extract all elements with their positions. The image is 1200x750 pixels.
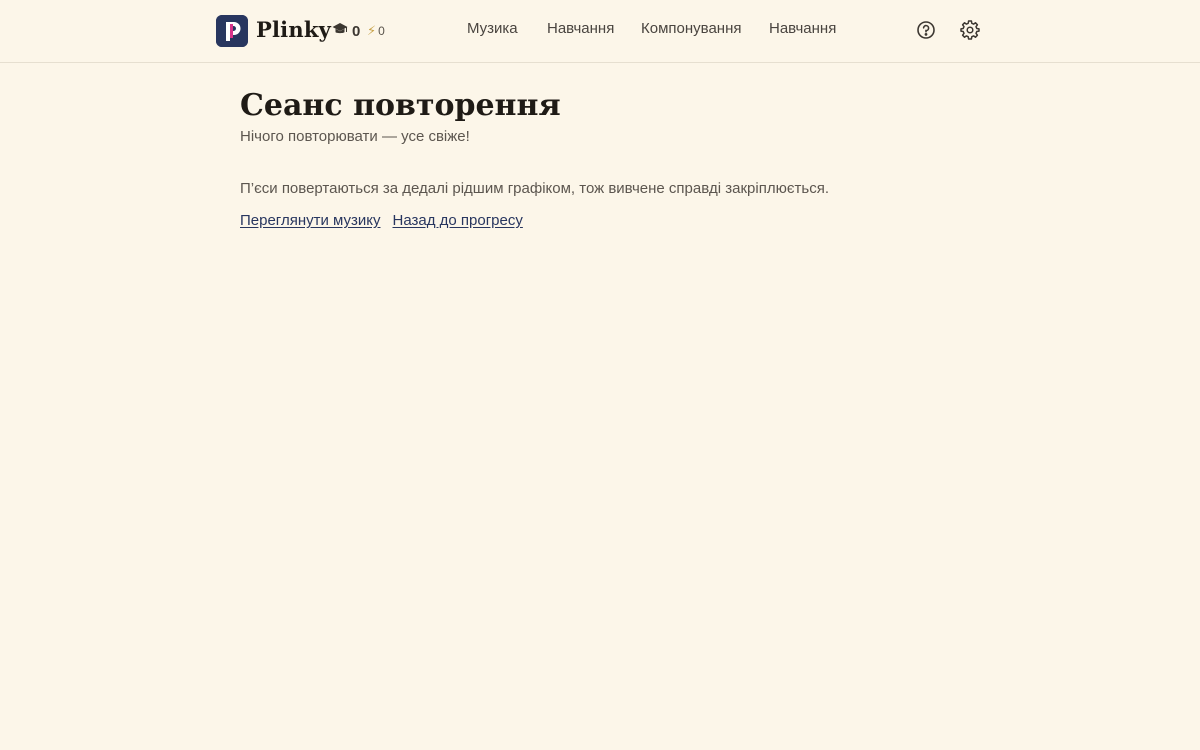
brand-name[interactable]: Plinky [256, 17, 331, 42]
back-to-progress-link[interactable]: Назад до прогресу [393, 212, 523, 229]
action-links: Переглянути музику Назад до прогресу [240, 212, 523, 229]
review-description: П’єси повертаються за дедалі рідшим граф… [240, 180, 829, 197]
streak-count: 0 [378, 24, 385, 38]
nav-item-music[interactable]: Музика [467, 20, 518, 37]
page-title: Сеанс повторення [240, 88, 561, 123]
top-bar: Plinky 0 ⚡ 0 Музика Навчання Компонуванн… [0, 0, 1200, 63]
help-circle-icon[interactable] [916, 20, 936, 40]
streak-stat: ⚡ 0 [367, 22, 385, 40]
plinky-logo-icon[interactable] [216, 15, 248, 47]
lessons-count: 0 [352, 22, 361, 40]
browse-music-link[interactable]: Переглянути музику [240, 212, 381, 229]
nav-item-learning[interactable]: Навчання [547, 20, 614, 37]
lessons-stat: 0 [332, 22, 360, 40]
graduation-cap-icon [332, 22, 348, 40]
nav-item-learning-2[interactable]: Навчання [769, 20, 836, 37]
lightning-icon: ⚡ [367, 23, 377, 38]
nav-item-composing[interactable]: Компонування [641, 20, 741, 37]
gear-icon[interactable] [960, 20, 980, 40]
page-subtitle: Нічого повторювати — усе свіже! [240, 128, 470, 145]
